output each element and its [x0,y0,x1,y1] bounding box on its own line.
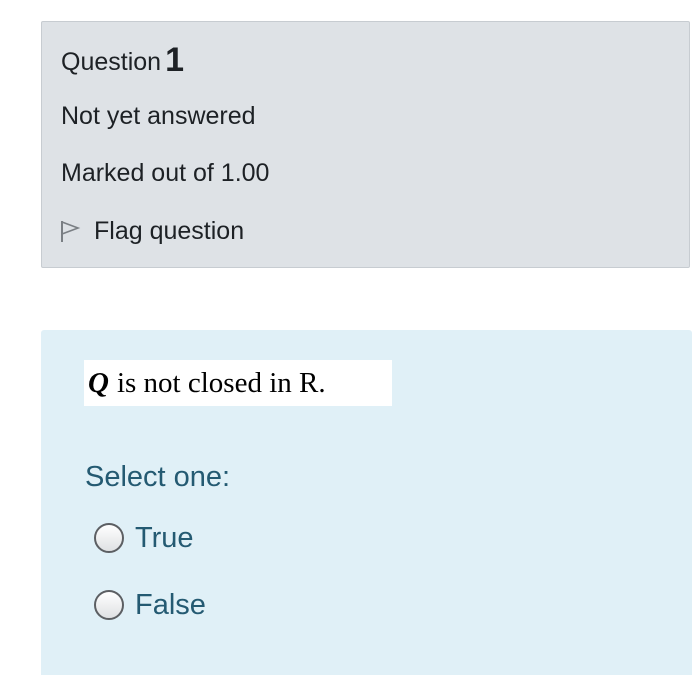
select-one-prompt: Select one: [85,461,231,493]
radio-button-false[interactable] [94,590,124,620]
answer-label-false: False [135,588,206,621]
question-text-rest: is not closed in R. [116,366,326,399]
answer-label-true: True [135,521,194,554]
flag-question-button[interactable]: Flag question [59,214,244,248]
flag-icon [59,219,81,243]
question-number-value: 1 [165,41,184,79]
question-number: Question 1 [61,41,184,80]
answer-option-false[interactable]: False [94,585,206,625]
question-label: Question [61,48,162,76]
question-text-variable: Q [88,366,109,399]
radio-button-true[interactable] [94,523,124,553]
question-text: Qis not closed in R. [84,360,392,406]
answer-option-true[interactable]: True [94,518,194,558]
question-info-panel: Question 1 Not yet answered Marked out of… [41,21,690,268]
question-content-panel: Qis not closed in R. Select one: True Fa… [41,330,692,675]
flag-question-label: Flag question [94,216,245,245]
question-state: Not yet answered [61,102,256,130]
question-grade: Marked out of 1.00 [61,159,270,187]
